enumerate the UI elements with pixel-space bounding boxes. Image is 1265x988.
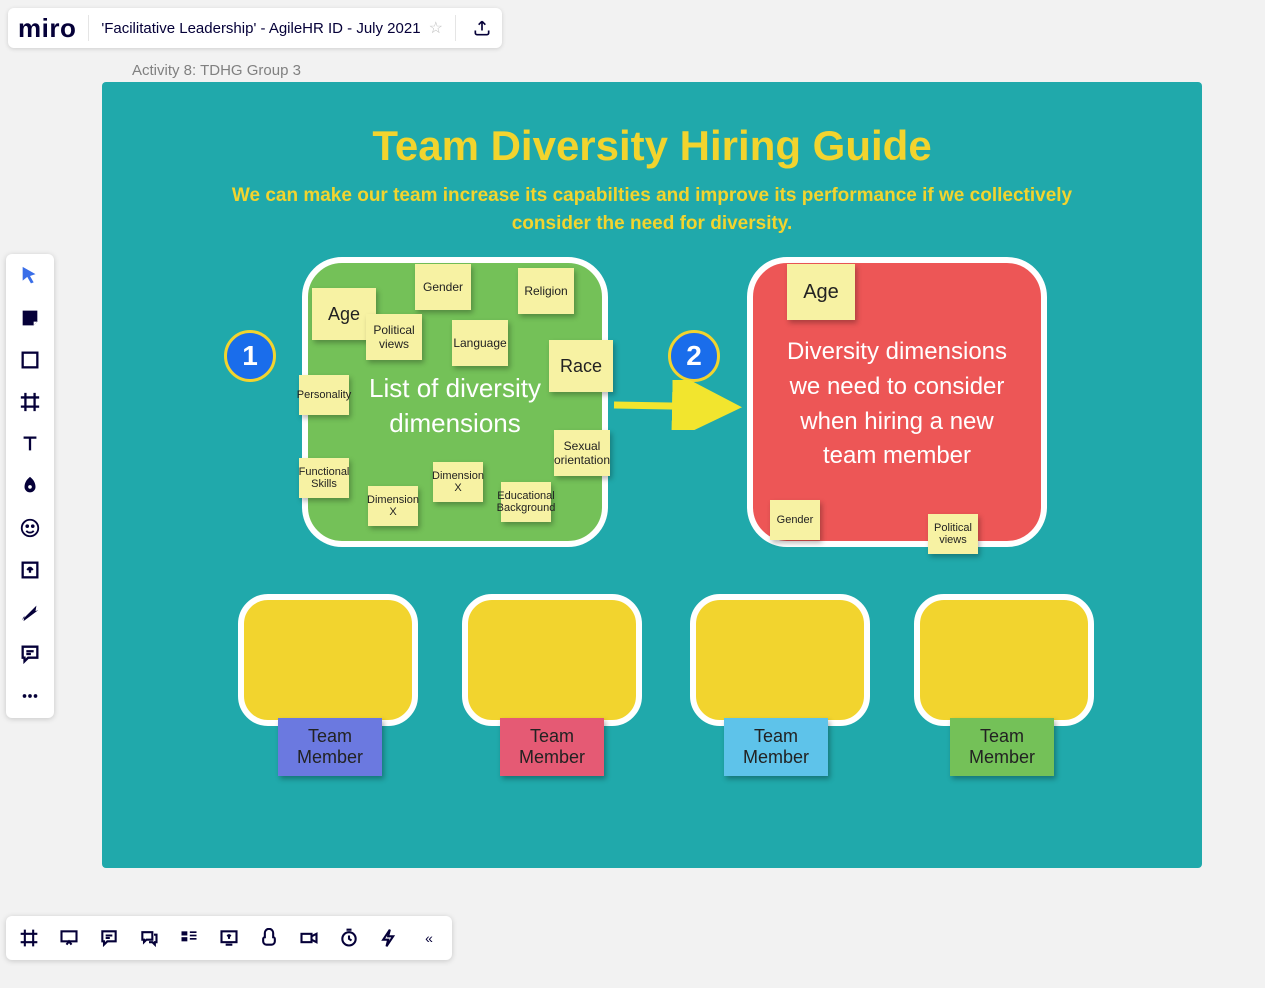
sticky-functional[interactable]: Functional Skills xyxy=(299,458,349,498)
team-member-box-3[interactable] xyxy=(690,594,870,726)
star-icon[interactable]: ☆ xyxy=(429,18,443,38)
sticky-political-2[interactable]: Political views xyxy=(928,514,978,554)
video-icon[interactable] xyxy=(298,927,320,949)
sticky-note-tool-icon[interactable] xyxy=(18,306,42,330)
divider xyxy=(455,15,456,41)
upload-tool-icon[interactable] xyxy=(18,558,42,582)
shape-tool-icon[interactable] xyxy=(18,348,42,372)
connector-tool-icon[interactable] xyxy=(18,600,42,624)
sticky-sexual[interactable]: Sexual orientation xyxy=(554,430,610,476)
comments-icon[interactable] xyxy=(98,927,120,949)
team-label-4[interactable]: Team Member xyxy=(950,718,1054,776)
team-label-2[interactable]: Team Member xyxy=(500,718,604,776)
sticky-political[interactable]: Political views xyxy=(366,314,422,360)
page-subtitle: We can make our team increase its capabi… xyxy=(222,182,1082,237)
step-badge-2: 2 xyxy=(668,330,720,382)
sticky-race[interactable]: Race xyxy=(549,340,613,392)
team-label-3[interactable]: Team Member xyxy=(724,718,828,776)
sticky-personality[interactable]: Personality xyxy=(299,375,349,415)
activity-icon[interactable] xyxy=(378,927,400,949)
comment-tool-icon[interactable] xyxy=(18,642,42,666)
more-tools-icon[interactable] xyxy=(18,684,42,708)
frame-tool-icon[interactable] xyxy=(18,390,42,414)
emoji-tool-icon[interactable] xyxy=(18,516,42,540)
export-icon[interactable] xyxy=(472,18,492,38)
sticky-gender[interactable]: Gender xyxy=(415,264,471,310)
sticky-gender-2[interactable]: Gender xyxy=(770,500,820,540)
divider xyxy=(88,15,89,41)
breadcrumb: Activity 8: TDHG Group 3 xyxy=(132,62,301,79)
canvas-frame[interactable]: Team Diversity Hiring Guide We can make … xyxy=(102,82,1202,868)
pen-tool-icon[interactable] xyxy=(18,474,42,498)
card-list-icon[interactable] xyxy=(178,927,200,949)
box-2-title: Diversity dimensions we need to consider… xyxy=(753,335,1041,474)
sticky-dimx1[interactable]: Dimension X xyxy=(433,462,483,502)
board-title[interactable]: 'Facilitative Leadership' - AgileHR ID -… xyxy=(101,20,420,37)
team-label-1[interactable]: Team Member xyxy=(278,718,382,776)
team-member-box-1[interactable] xyxy=(238,594,418,726)
miro-logo: miro xyxy=(18,13,76,44)
team-member-box-4[interactable] xyxy=(914,594,1094,726)
sticky-religion[interactable]: Religion xyxy=(518,268,574,314)
step-badge-1: 1 xyxy=(224,330,276,382)
team-member-box-2[interactable] xyxy=(462,594,642,726)
select-tool-icon[interactable] xyxy=(18,264,42,288)
text-tool-icon[interactable] xyxy=(18,432,42,456)
presentation-icon[interactable] xyxy=(58,927,80,949)
arrow-right-icon xyxy=(610,380,746,430)
sticky-edu[interactable]: Educational Background xyxy=(501,482,551,522)
screen-share-icon[interactable] xyxy=(218,927,240,949)
timer-icon[interactable] xyxy=(338,927,360,949)
bottom-toolbar: « xyxy=(6,916,452,960)
sticky-language[interactable]: Language xyxy=(452,320,508,366)
collapse-toolbar-icon[interactable]: « xyxy=(418,927,440,949)
page-title: Team Diversity Hiring Guide xyxy=(102,122,1202,170)
chat-icon[interactable] xyxy=(138,927,160,949)
left-toolbar xyxy=(6,254,54,718)
top-bar: miro 'Facilitative Leadership' - AgileHR… xyxy=(8,8,502,48)
frames-icon[interactable] xyxy=(18,927,40,949)
voting-icon[interactable] xyxy=(258,927,280,949)
sticky-age-2[interactable]: Age xyxy=(787,264,855,320)
sticky-dimx2[interactable]: Dimension X xyxy=(368,486,418,526)
